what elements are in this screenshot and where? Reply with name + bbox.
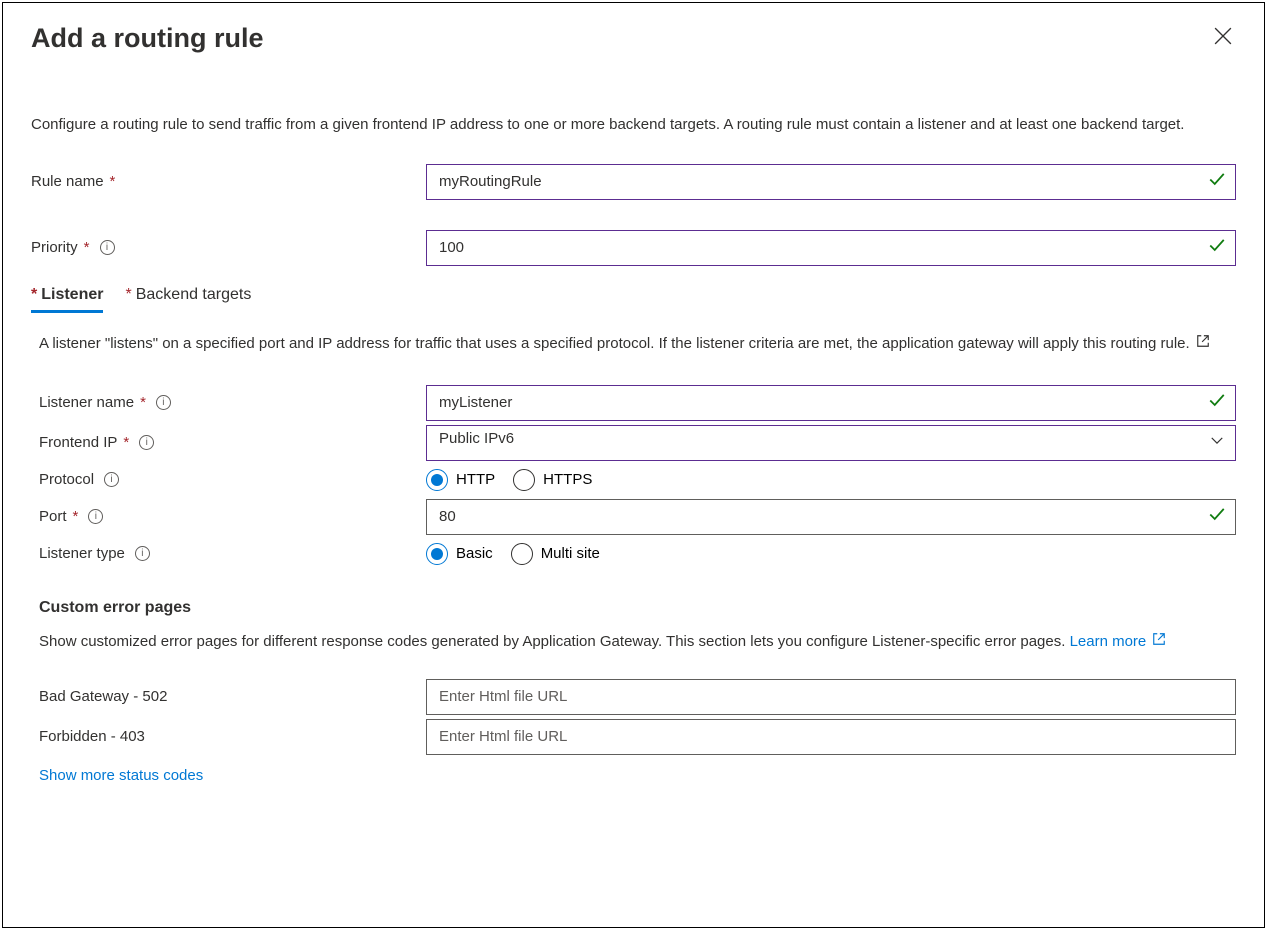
check-icon bbox=[1208, 505, 1226, 528]
info-icon[interactable]: i bbox=[156, 395, 171, 410]
show-more-status-codes-link[interactable]: Show more status codes bbox=[39, 767, 203, 784]
tabs: *Listener *Backend targets bbox=[31, 286, 1236, 313]
port-input[interactable] bbox=[426, 499, 1236, 535]
rule-name-input[interactable] bbox=[426, 164, 1236, 200]
forbidden-row: Forbidden - 403 bbox=[31, 719, 1236, 755]
info-icon[interactable]: i bbox=[135, 546, 150, 561]
bad-gateway-input[interactable] bbox=[426, 679, 1236, 715]
close-icon bbox=[1214, 33, 1232, 48]
required-asterisk: * bbox=[125, 286, 131, 303]
protocol-label: Protocol i bbox=[31, 471, 426, 488]
external-link-icon[interactable] bbox=[1196, 333, 1210, 355]
priority-row: Priority * i bbox=[31, 230, 1236, 266]
frontend-ip-row: Frontend IP * i Public IPv6 bbox=[31, 425, 1236, 461]
tab-backend-targets[interactable]: *Backend targets bbox=[125, 286, 251, 313]
check-icon bbox=[1208, 170, 1226, 193]
priority-label: Priority * i bbox=[31, 239, 426, 256]
panel-header: Add a routing rule bbox=[31, 23, 1236, 54]
rule-name-row: Rule name * bbox=[31, 164, 1236, 200]
external-link-icon bbox=[1152, 631, 1166, 653]
forbidden-input[interactable] bbox=[426, 719, 1236, 755]
required-asterisk: * bbox=[31, 286, 37, 303]
required-asterisk: * bbox=[73, 508, 79, 525]
port-row: Port * i bbox=[31, 499, 1236, 535]
radio-unchecked-icon bbox=[511, 543, 533, 565]
rule-name-label: Rule name * bbox=[31, 173, 426, 190]
listener-name-label: Listener name * i bbox=[31, 394, 426, 411]
panel-description: Configure a routing rule to send traffic… bbox=[31, 114, 1211, 136]
radio-unchecked-icon bbox=[513, 469, 535, 491]
port-label: Port * i bbox=[31, 508, 426, 525]
close-button[interactable] bbox=[1210, 23, 1236, 52]
required-asterisk: * bbox=[123, 434, 129, 451]
listener-name-row: Listener name * i bbox=[31, 385, 1236, 421]
protocol-http-radio[interactable]: HTTP bbox=[426, 469, 495, 491]
routing-rule-panel: Add a routing rule Configure a routing r… bbox=[2, 2, 1265, 928]
listener-description: A listener "listens" on a specified port… bbox=[39, 333, 1236, 355]
listener-type-label: Listener type i bbox=[31, 545, 426, 562]
listener-type-basic-radio[interactable]: Basic bbox=[426, 543, 493, 565]
frontend-ip-select[interactable]: Public IPv6 bbox=[426, 425, 1236, 461]
bad-gateway-row: Bad Gateway - 502 bbox=[31, 679, 1236, 715]
listener-type-multi-radio[interactable]: Multi site bbox=[511, 543, 600, 565]
priority-input[interactable] bbox=[426, 230, 1236, 266]
protocol-row: Protocol i HTTP HTTPS bbox=[31, 465, 1236, 495]
bad-gateway-label: Bad Gateway - 502 bbox=[31, 688, 426, 705]
required-asterisk: * bbox=[140, 394, 146, 411]
radio-checked-icon bbox=[426, 543, 448, 565]
listener-section: Listener name * i Frontend IP * i Public… bbox=[31, 385, 1236, 785]
tab-listener[interactable]: *Listener bbox=[31, 286, 103, 313]
check-icon bbox=[1208, 236, 1226, 259]
info-icon[interactable]: i bbox=[88, 509, 103, 524]
frontend-ip-label: Frontend IP * i bbox=[31, 434, 426, 451]
listener-type-row: Listener type i Basic Multi site bbox=[31, 539, 1236, 569]
info-icon[interactable]: i bbox=[104, 472, 119, 487]
required-asterisk: * bbox=[84, 239, 90, 256]
panel-title: Add a routing rule bbox=[31, 23, 264, 54]
radio-checked-icon bbox=[426, 469, 448, 491]
learn-more-link[interactable]: Learn more bbox=[1070, 633, 1167, 650]
info-icon[interactable]: i bbox=[100, 240, 115, 255]
protocol-https-radio[interactable]: HTTPS bbox=[513, 469, 592, 491]
error-pages-description: Show customized error pages for differen… bbox=[39, 631, 1236, 653]
error-pages-heading: Custom error pages bbox=[39, 599, 1236, 617]
forbidden-label: Forbidden - 403 bbox=[31, 728, 426, 745]
required-asterisk: * bbox=[110, 173, 116, 190]
info-icon[interactable]: i bbox=[139, 435, 154, 450]
check-icon bbox=[1208, 391, 1226, 414]
listener-name-input[interactable] bbox=[426, 385, 1236, 421]
